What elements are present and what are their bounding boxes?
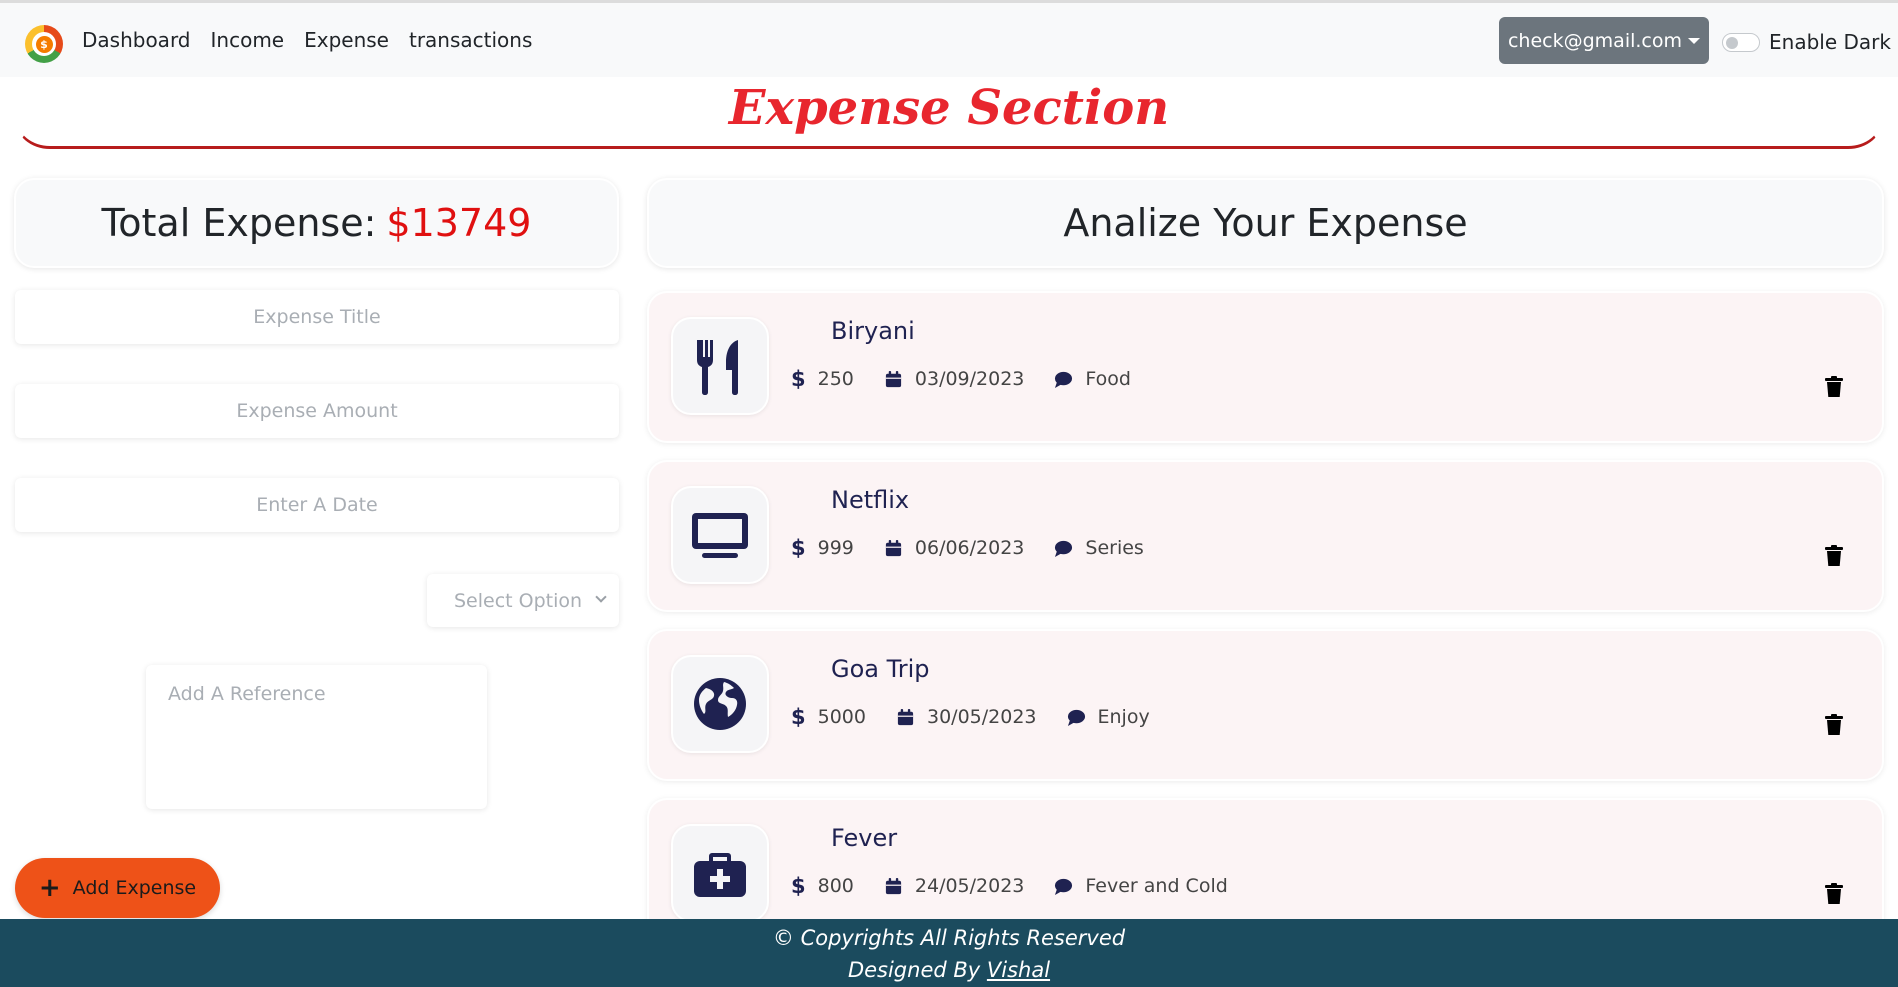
nav-link-dashboard[interactable]: Dashboard [82,28,191,52]
total-expense-label: Total Expense: [101,201,377,245]
category-select-value: Select Option [454,589,583,612]
page-title: Expense Section [728,80,1170,136]
expense-icon-box [671,317,769,415]
analyze-heading: Analize Your Expense [1063,201,1468,245]
analyze-heading-card: Analize Your Expense [647,178,1884,268]
expense-icon-box [671,486,769,584]
trash-icon[interactable] [1823,545,1845,567]
expense-date-input[interactable] [15,478,619,532]
category-select[interactable]: Select Option [427,574,619,627]
expense-date: 06/06/2023 [914,537,1025,559]
trash-icon[interactable] [1823,376,1845,398]
expense-item: Fever $800 24/05/2023 Fever and Cold [647,798,1884,919]
navbar: $ Dashboard Income Expense transactions … [0,3,1898,77]
comment-icon [1055,878,1073,895]
footer: © Copyrights All Rights Reserved Designe… [0,919,1898,987]
dollar-coin-icon: $ [35,35,53,53]
expense-category: Food [1085,368,1131,390]
expense-amount: 250 [817,368,854,390]
nav-link-expense[interactable]: Expense [304,28,389,52]
expense-meta: $999 06/06/2023 Series [791,536,1174,560]
tv-icon [692,513,748,558]
add-expense-label: Add Expense [72,877,197,899]
expense-amount-input[interactable] [15,384,619,438]
expense-category: Fever and Cold [1085,875,1228,897]
total-expense-card: Total Expense: $13749 [14,178,619,268]
designed-by-line: Designed By Vishal [0,954,1898,986]
expense-item: Goa Trip $5000 30/05/2023 Enjoy [647,629,1884,781]
expense-title-input[interactable] [15,290,619,344]
nav-link-transactions[interactable]: transactions [409,28,532,52]
globe-icon [694,678,746,730]
comment-icon [1055,371,1073,388]
chevron-down-icon [595,591,607,603]
expense-amount: 800 [817,875,854,897]
expense-meta: $250 03/09/2023 Food [791,367,1161,391]
copyright-text: © Copyrights All Rights Reserved [772,926,1126,950]
user-dropdown-button[interactable]: check@gmail.com [1499,17,1709,64]
dark-mode-label: Enable Dark [1769,30,1891,54]
calendar-icon [885,877,901,894]
expense-date: 24/05/2023 [914,875,1025,897]
expense-date: 03/09/2023 [914,368,1025,390]
calendar-icon [897,708,914,725]
user-email: check@gmail.com [1507,29,1682,52]
add-expense-button[interactable]: + Add Expense [15,858,220,918]
expense-item: Biryani $250 03/09/2023 Food [647,291,1884,443]
expense-meta: $800 24/05/2023 Fever and Cold [791,874,1258,898]
expense-title: Netflix [831,486,910,514]
expense-meta: $5000 30/05/2023 Enjoy [791,705,1180,729]
comment-icon [1067,709,1085,726]
expense-title: Biryani [831,317,915,345]
toggle-knob [1726,37,1738,49]
expense-amount: 999 [817,537,854,559]
dollar-icon: $ [791,367,806,391]
app-logo[interactable]: $ [25,25,63,63]
calendar-icon [885,370,901,387]
expense-title: Goa Trip [831,655,930,683]
trash-icon[interactable] [1823,714,1845,736]
expense-date: 30/05/2023 [926,706,1037,728]
expense-title: Fever [831,824,898,852]
dollar-icon: $ [791,536,806,560]
dollar-icon: $ [791,705,806,729]
dollar-icon: $ [791,874,806,898]
expense-icon-box [671,824,769,919]
medical-kit-icon [694,853,746,897]
caret-down-icon [1688,37,1700,44]
expense-category: Enjoy [1097,706,1150,728]
trash-icon[interactable] [1823,883,1845,905]
nav-link-income[interactable]: Income [211,28,285,52]
comment-icon [1055,540,1073,557]
expense-category: Series [1085,537,1144,559]
expense-icon-box [671,655,769,753]
reference-textarea[interactable] [146,665,487,809]
calendar-icon [885,539,901,556]
author-link[interactable]: Vishal [987,958,1050,982]
expense-item: Netflix $999 06/06/2023 Series [647,460,1884,612]
nav-links: Dashboard Income Expense transactions [82,3,532,77]
plus-icon: + [38,873,61,903]
expense-list: Biryani $250 03/09/2023 Food Netflix $99… [640,286,1898,919]
utensils-icon [697,340,738,395]
dark-mode-toggle[interactable] [1722,33,1760,52]
total-expense-amount: $13749 [386,201,532,245]
expense-amount: 5000 [817,706,866,728]
designed-by-label: Designed By [847,958,981,982]
